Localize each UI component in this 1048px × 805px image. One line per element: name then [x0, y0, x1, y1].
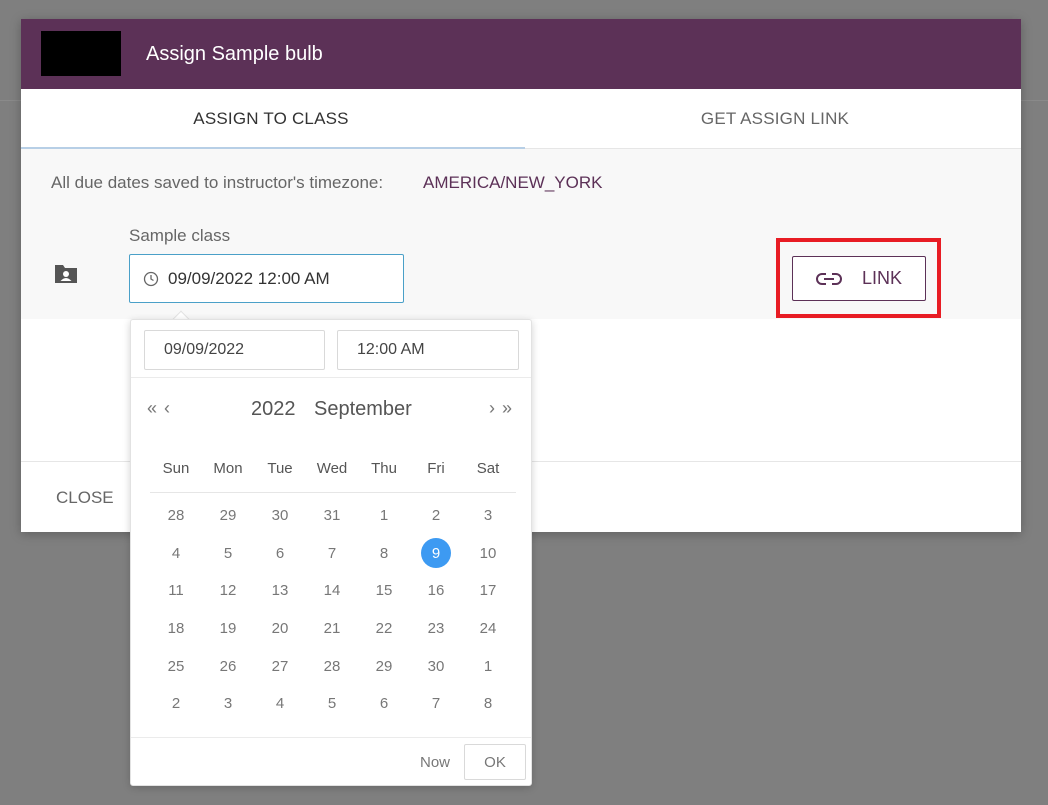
close-button[interactable]: CLOSE [56, 488, 114, 508]
picker-separator [131, 377, 531, 378]
tab-get-assign-link[interactable]: GET ASSIGN LINK [525, 89, 1025, 149]
due-date-value: 09/09/2022 12:00 AM [168, 268, 330, 288]
calendar-day[interactable]: 23 [410, 610, 462, 648]
calendar-day-selected[interactable]: 9 [410, 535, 462, 573]
tab-assign-to-class[interactable]: ASSIGN TO CLASS [21, 89, 521, 149]
modal-header: Assign Sample bulb [21, 19, 1021, 89]
prev-year-button[interactable]: « [147, 398, 157, 419]
calendar-day[interactable]: 16 [410, 572, 462, 610]
calendar-day[interactable]: 29 [358, 647, 410, 685]
date-picker-popup: 09/09/2022 12:00 AM « ‹ 2022 September ›… [130, 319, 532, 786]
calendar-day[interactable]: 30 [254, 497, 306, 535]
calendar-day[interactable]: 21 [306, 610, 358, 648]
calendar-day[interactable]: 5 [306, 685, 358, 723]
picker-date-input[interactable]: 09/09/2022 [144, 330, 325, 370]
calendar-day[interactable]: 18 [150, 610, 202, 648]
link-icon [816, 272, 842, 285]
calendar-day[interactable]: 10 [462, 535, 514, 573]
calendar-day[interactable]: 1 [358, 497, 410, 535]
calendar-day[interactable]: 30 [410, 647, 462, 685]
calendar-day[interactable]: 2 [150, 685, 202, 723]
picker-time-input[interactable]: 12:00 AM [337, 330, 519, 370]
next-year-button[interactable]: » [502, 398, 512, 419]
calendar-day[interactable]: 13 [254, 572, 306, 610]
clock-icon [143, 271, 159, 286]
calendar-day[interactable]: 3 [462, 497, 514, 535]
calendar-day[interactable]: 26 [202, 647, 254, 685]
calendar-day[interactable]: 6 [358, 685, 410, 723]
modal-title: Assign Sample bulb [146, 43, 323, 65]
calendar-day[interactable]: 24 [462, 610, 514, 648]
logo [41, 31, 121, 76]
weekday-label: Sun [162, 460, 190, 477]
calendar-day[interactable]: 22 [358, 610, 410, 648]
due-date-input[interactable]: 09/09/2022 12:00 AM [129, 254, 404, 303]
calendar-day[interactable]: 20 [254, 610, 306, 648]
link-button[interactable]: LINK [792, 256, 926, 301]
tab-bar: ASSIGN TO CLASS GET ASSIGN LINK [21, 89, 1021, 149]
calendar-day[interactable]: 29 [202, 497, 254, 535]
timezone-value: AMERICA/NEW_YORK [423, 173, 603, 192]
ok-button[interactable]: OK [464, 744, 526, 780]
calendar-day[interactable]: 17 [462, 572, 514, 610]
calendar-week: 11 12 13 14 15 16 17 [150, 572, 516, 610]
calendar-day[interactable]: 8 [462, 685, 514, 723]
link-button-label: LINK [861, 268, 903, 288]
weekday-label: Fri [427, 460, 445, 477]
now-button[interactable]: Now [420, 754, 450, 771]
calendar-day[interactable]: 28 [150, 497, 202, 535]
calendar-week: 2345678 [150, 685, 516, 723]
calendar-day[interactable]: 28 [306, 647, 358, 685]
calendar-week: 28 29 30 31 1 2 3 [150, 497, 516, 535]
next-month-button[interactable]: › [489, 398, 495, 419]
calendar-day[interactable]: 7 [410, 685, 462, 723]
weekday-header: Sun Mon Tue Wed Thu Fri Sat [150, 448, 516, 493]
calendar-day[interactable]: 3 [202, 685, 254, 723]
class-name-label: Sample class [129, 226, 231, 245]
calendar-day[interactable]: 11 [150, 572, 202, 610]
calendar-body: 28 29 30 31 1 2 3 4 5 6 7 8 9 10 11 12 13 14 15 16 17 18 19 20 2… [150, 493, 516, 723]
calendar-day[interactable]: 2 [410, 497, 462, 535]
calendar-day[interactable]: 7 [306, 535, 358, 573]
calendar-day[interactable]: 15 [358, 572, 410, 610]
calendar-day[interactable]: 25 [150, 647, 202, 685]
weekday-label: Sat [476, 460, 500, 477]
calendar-day[interactable]: 14 [306, 572, 358, 610]
calendar-day[interactable]: 19 [202, 610, 254, 648]
calendar-day[interactable]: 12 [202, 572, 254, 610]
calendar-day[interactable]: 4 [254, 685, 306, 723]
calendar-day[interactable]: 27 [254, 647, 306, 685]
calendar-week: 4 5 6 7 8 9 10 [150, 535, 516, 573]
prev-month-button[interactable]: ‹ [164, 398, 170, 419]
weekday-label: Wed [316, 460, 348, 477]
calendar-week: 25 26 27 28 29 30 1 [150, 647, 516, 685]
picker-month[interactable]: September [314, 398, 412, 421]
picker-footer-separator [131, 737, 531, 738]
weekday-label: Mon [213, 460, 243, 477]
timezone-label: All due dates saved to instructor's time… [51, 173, 384, 192]
calendar-day[interactable]: 5 [202, 535, 254, 573]
calendar-day[interactable]: 6 [254, 535, 306, 573]
calendar-day[interactable]: 4 [150, 535, 202, 573]
calendar-week: 18 19 20 21 22 23 24 [150, 610, 516, 648]
assign-content: All due dates saved to instructor's time… [21, 149, 1021, 319]
weekday-label: Tue [267, 460, 293, 477]
calendar-day[interactable]: 31 [306, 497, 358, 535]
picker-year[interactable]: 2022 [251, 398, 296, 421]
calendar-day[interactable]: 8 [358, 535, 410, 573]
calendar-grid: Sun Mon Tue Wed Thu Fri Sat 28 29 30 31 1 2 3 4… [150, 448, 516, 723]
calendar-day[interactable]: 1 [462, 647, 514, 685]
weekday-label: Thu [371, 460, 397, 477]
folder-account-icon [55, 265, 77, 283]
